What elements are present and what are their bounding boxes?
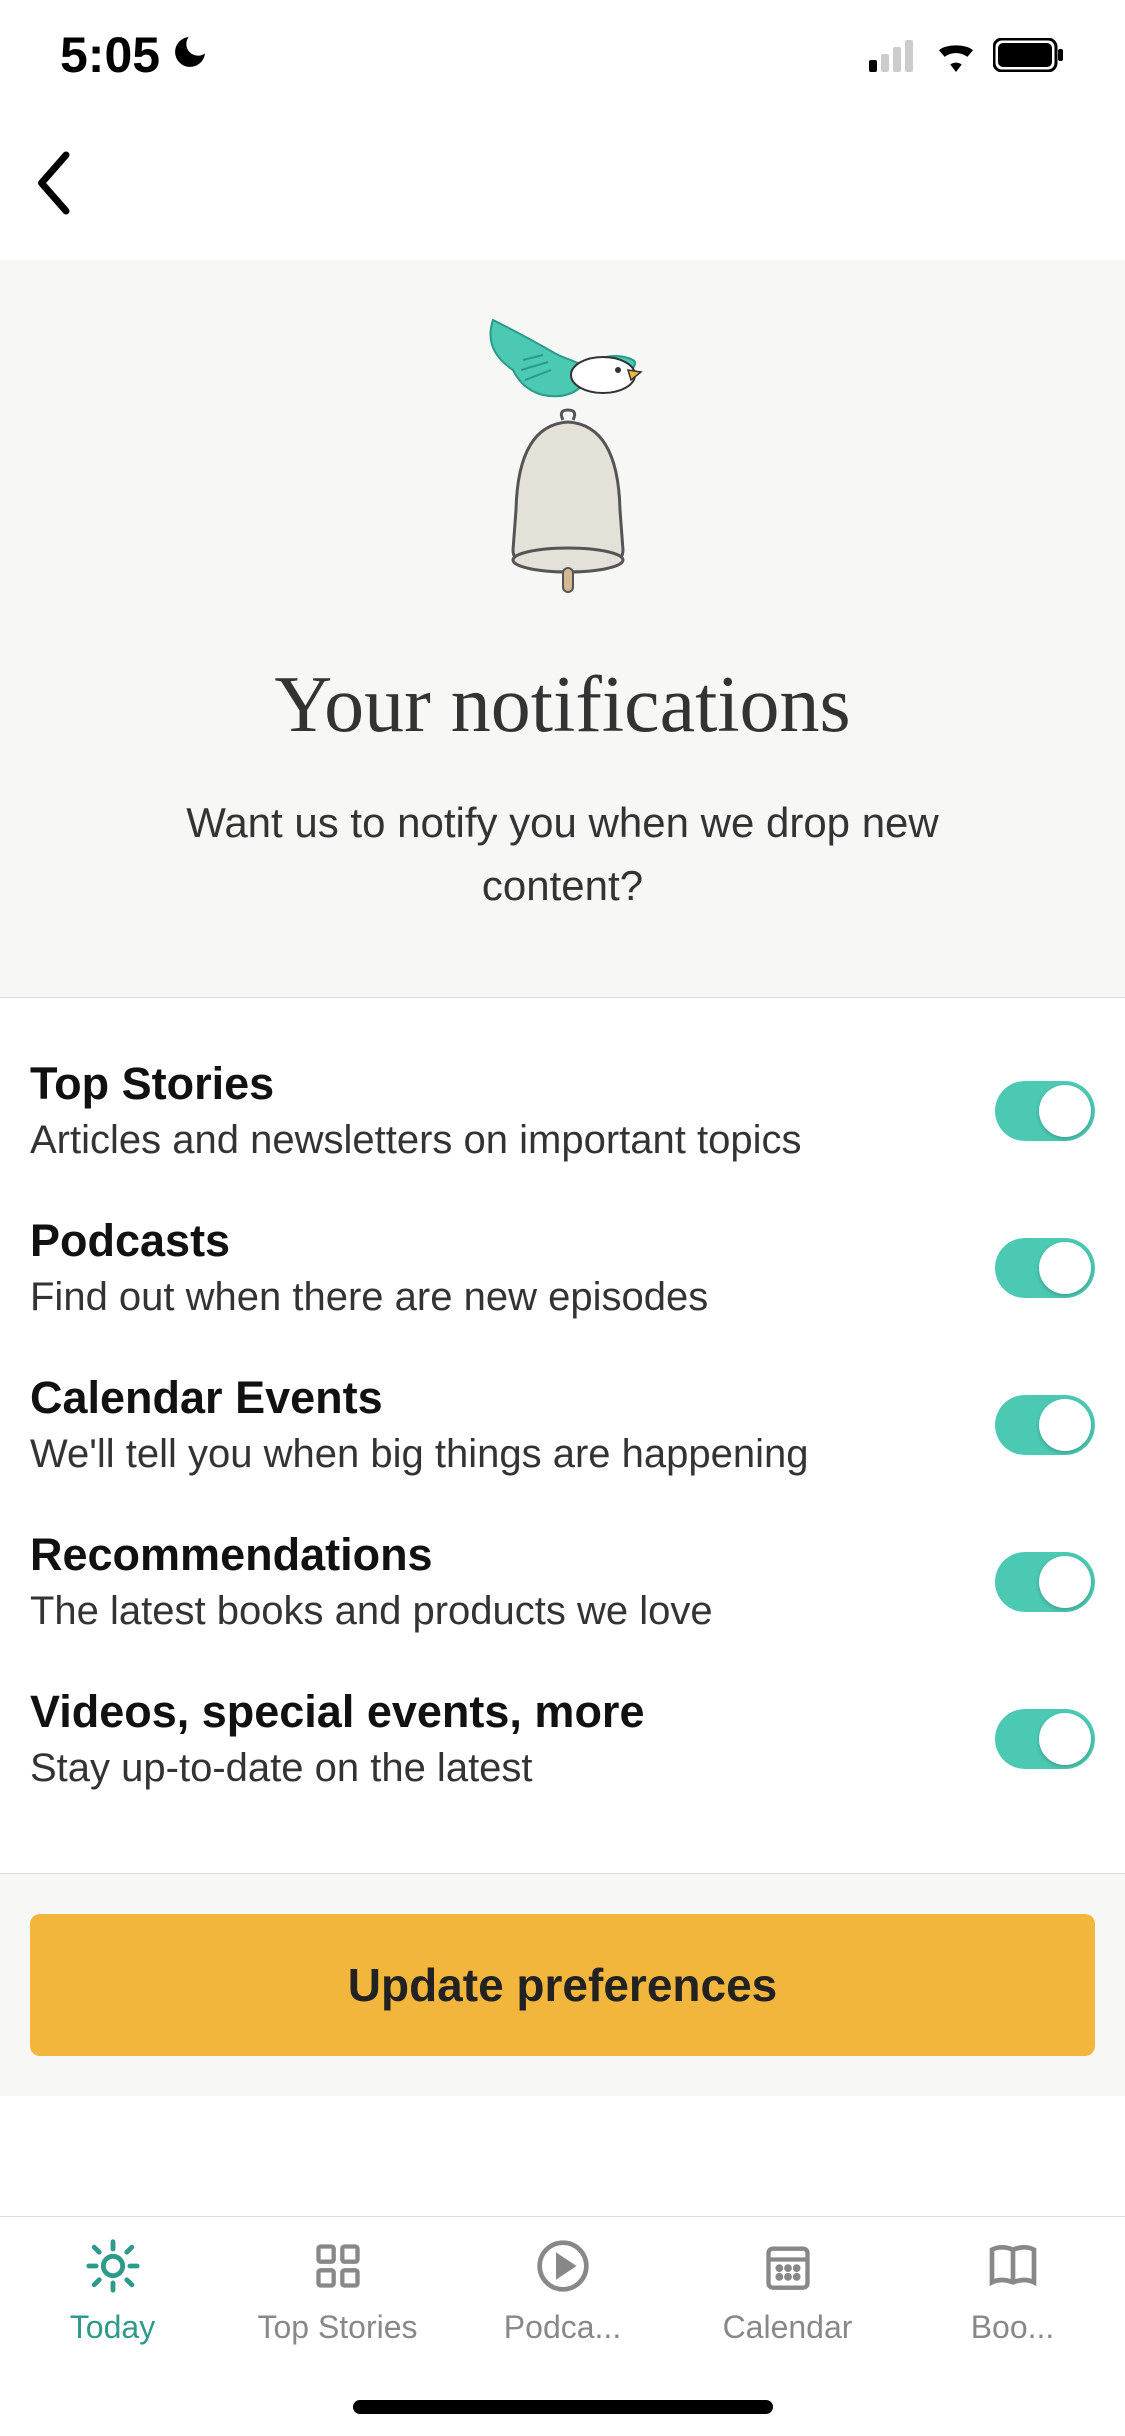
toggle-recommendations[interactable] bbox=[995, 1552, 1095, 1612]
toggle-top-stories[interactable] bbox=[995, 1081, 1095, 1141]
sun-icon bbox=[84, 2237, 142, 2295]
setting-row-videos-more: Videos, special events, more Stay up-to-… bbox=[30, 1686, 1095, 1791]
bird-bell-illustration bbox=[443, 300, 683, 600]
book-icon bbox=[985, 2237, 1041, 2295]
tab-label: Top Stories bbox=[257, 2309, 417, 2346]
toggle-calendar-events[interactable] bbox=[995, 1395, 1095, 1455]
nav-bar bbox=[0, 110, 1125, 260]
tab-books[interactable]: Boo... bbox=[900, 2237, 1125, 2436]
wifi-icon bbox=[933, 26, 979, 84]
setting-row-calendar-events: Calendar Events We'll tell you when big … bbox=[30, 1372, 1095, 1477]
dnd-moon-icon bbox=[170, 26, 210, 84]
battery-icon bbox=[993, 26, 1065, 84]
settings-list: Top Stories Articles and newsletters on … bbox=[0, 998, 1125, 1873]
setting-title: Top Stories bbox=[30, 1058, 955, 1110]
grid-icon bbox=[312, 2237, 364, 2295]
tab-label: Podca... bbox=[504, 2309, 621, 2346]
setting-row-recommendations: Recommendations The latest books and pro… bbox=[30, 1529, 1095, 1634]
toggle-podcasts[interactable] bbox=[995, 1238, 1095, 1298]
status-time: 5:05 bbox=[60, 26, 160, 84]
hero-section: Your notifications Want us to notify you… bbox=[0, 260, 1125, 998]
cellular-icon bbox=[869, 26, 919, 84]
tab-label: Boo... bbox=[971, 2309, 1055, 2346]
setting-row-top-stories: Top Stories Articles and newsletters on … bbox=[30, 1058, 1095, 1163]
update-preferences-button[interactable]: Update preferences bbox=[30, 1914, 1095, 2056]
tab-today[interactable]: Today bbox=[0, 2237, 225, 2436]
setting-desc: The latest books and products we love bbox=[30, 1589, 955, 1634]
setting-desc: Find out when there are new episodes bbox=[30, 1275, 955, 1320]
toggle-videos-more[interactable] bbox=[995, 1709, 1095, 1769]
status-bar: 5:05 bbox=[0, 0, 1125, 110]
play-circle-icon bbox=[535, 2237, 591, 2295]
tab-label: Calendar bbox=[723, 2309, 853, 2346]
setting-desc: We'll tell you when big things are happe… bbox=[30, 1432, 955, 1477]
page-subtitle: Want us to notify you when we drop new c… bbox=[40, 791, 1085, 917]
status-right bbox=[869, 26, 1065, 84]
setting-desc: Stay up-to-date on the latest bbox=[30, 1746, 955, 1791]
home-indicator[interactable] bbox=[353, 2400, 773, 2414]
setting-title: Recommendations bbox=[30, 1529, 955, 1581]
back-button[interactable] bbox=[30, 148, 74, 223]
setting-row-podcasts: Podcasts Find out when there are new epi… bbox=[30, 1215, 1095, 1320]
setting-desc: Articles and newsletters on important to… bbox=[30, 1118, 955, 1163]
tab-label: Today bbox=[70, 2309, 155, 2346]
setting-title: Calendar Events bbox=[30, 1372, 955, 1424]
page-title: Your notifications bbox=[40, 660, 1085, 751]
calendar-icon bbox=[762, 2237, 814, 2295]
status-left: 5:05 bbox=[60, 26, 210, 84]
setting-title: Podcasts bbox=[30, 1215, 955, 1267]
setting-title: Videos, special events, more bbox=[30, 1686, 955, 1738]
cta-section: Update preferences bbox=[0, 1873, 1125, 2096]
